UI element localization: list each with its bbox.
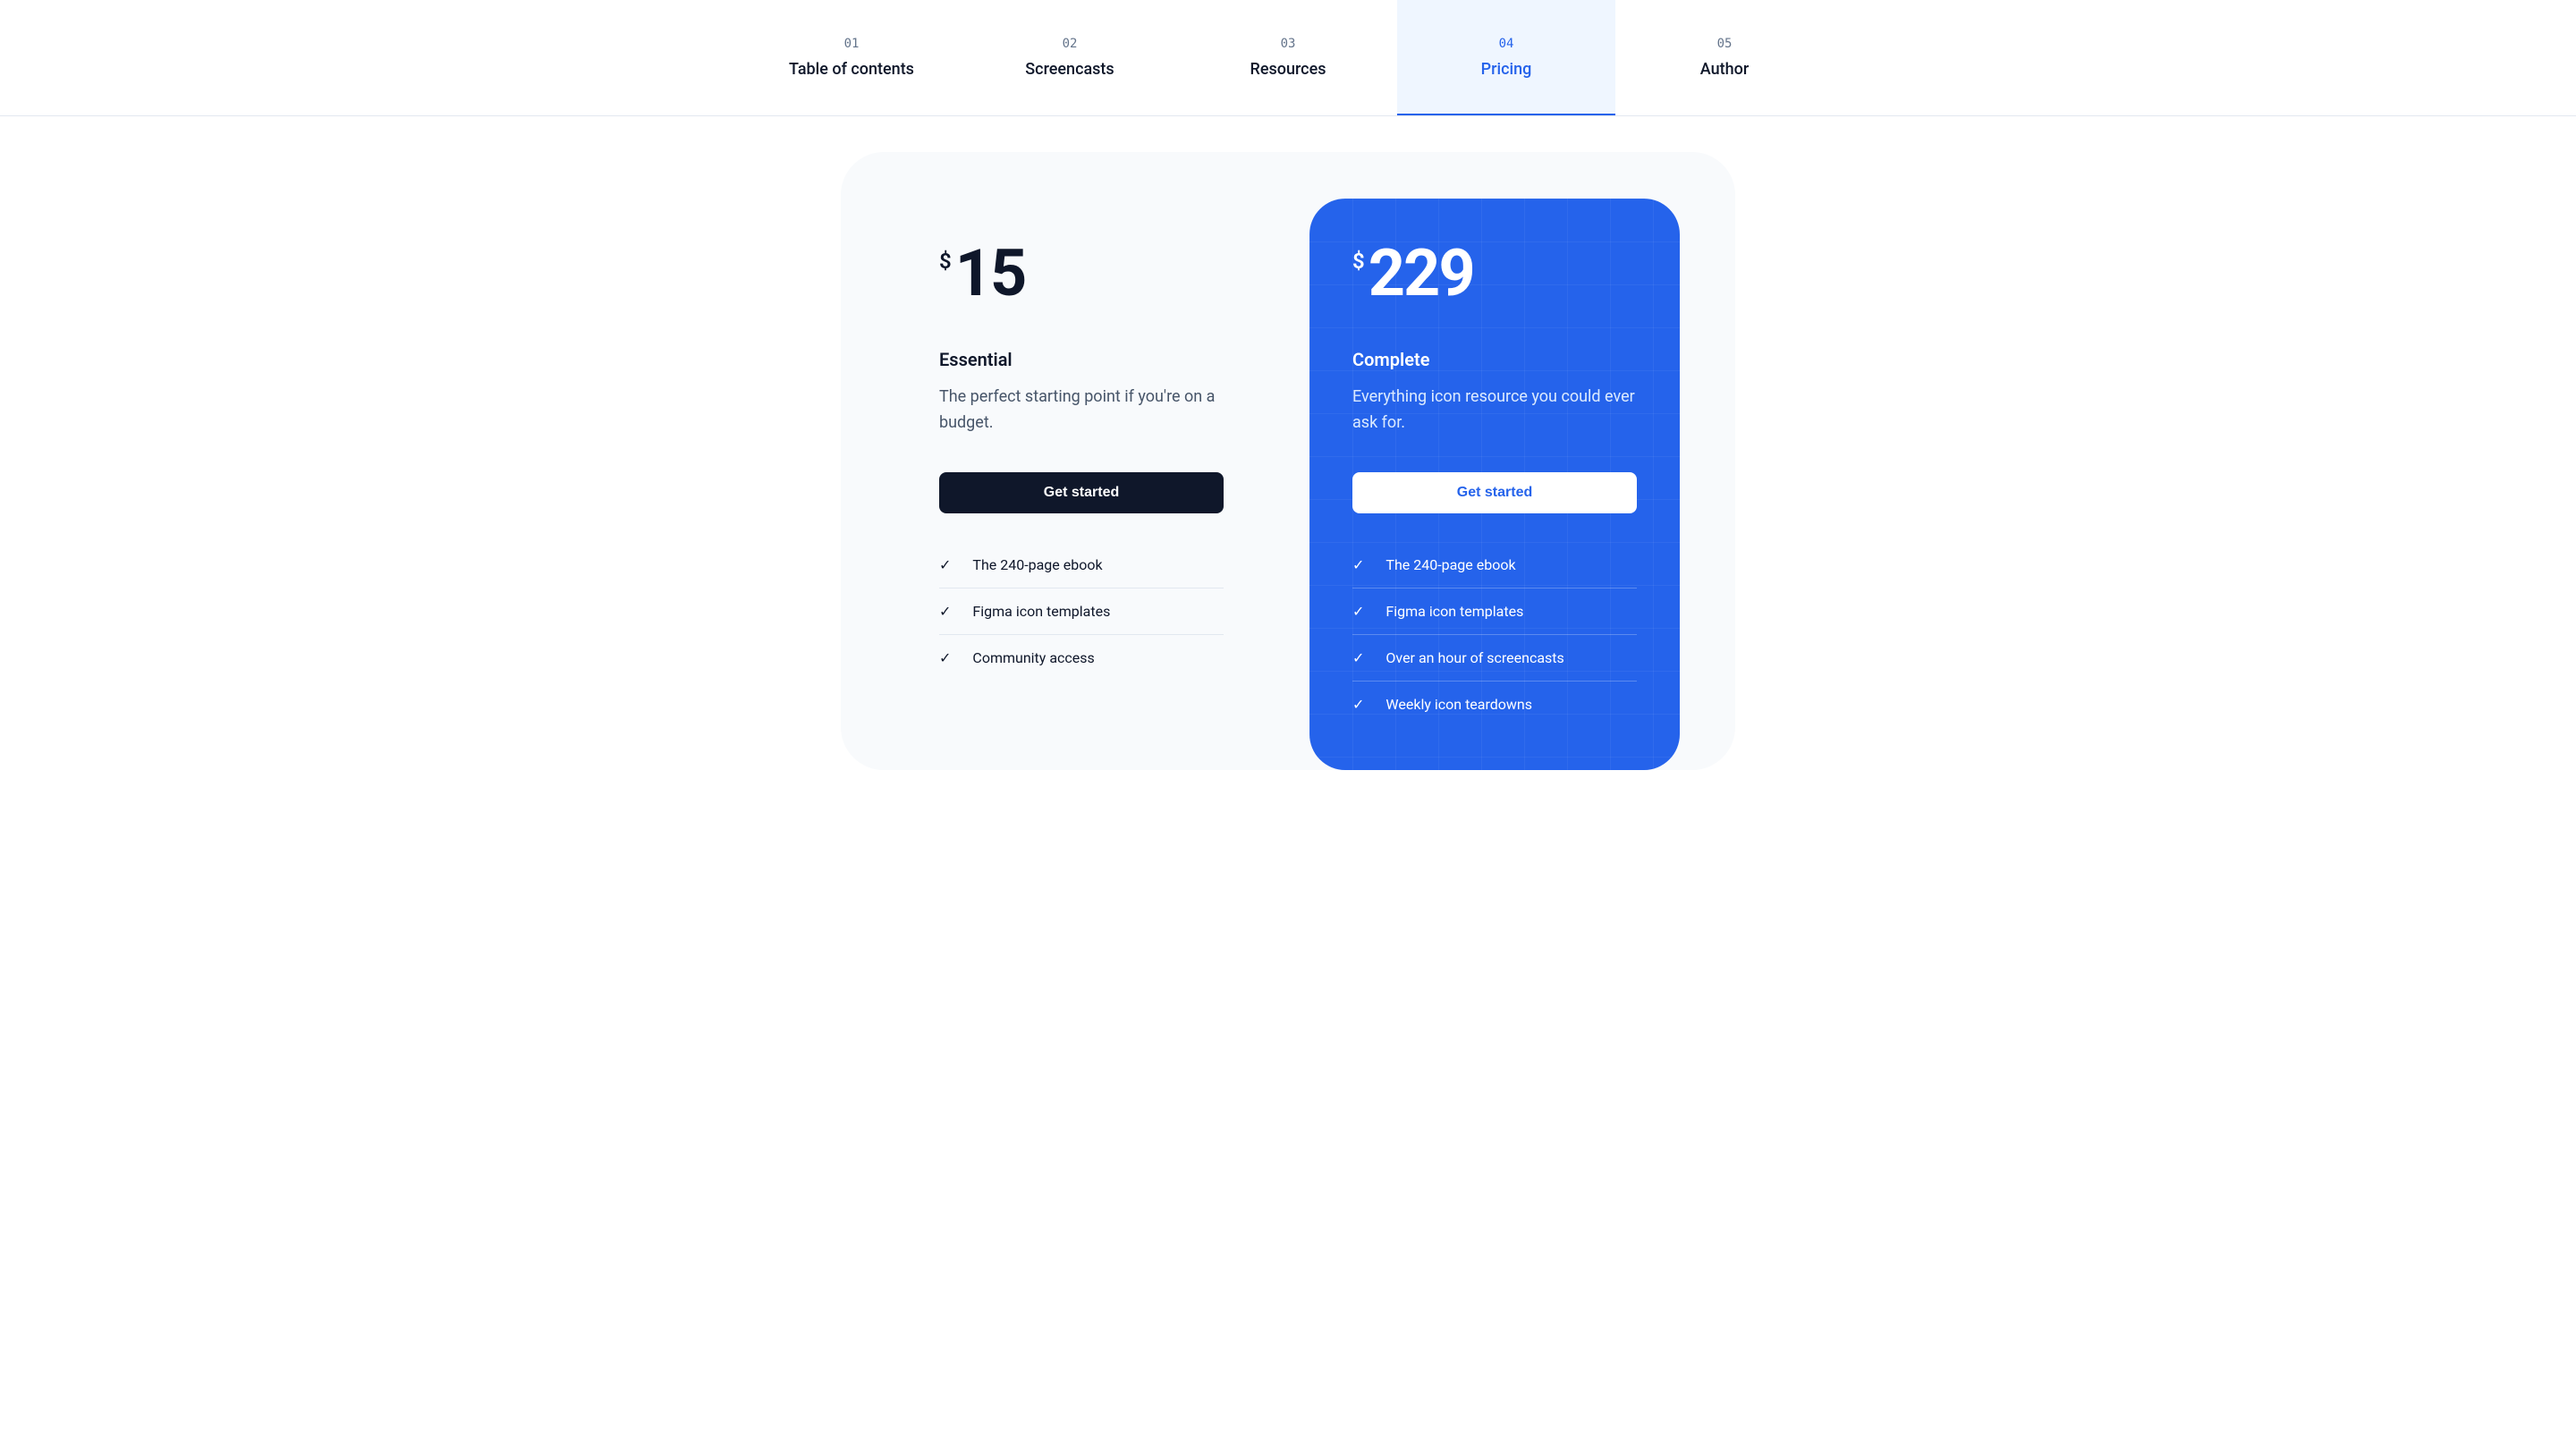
nav-author[interactable]: 05 Author <box>1615 0 1834 115</box>
check-icon: ✓ <box>939 649 951 666</box>
feature-text: Over an hour of screencasts <box>1385 649 1563 666</box>
feature-item: ✓ Figma icon templates <box>939 588 1224 635</box>
feature-text: The 240-page ebook <box>1385 556 1515 573</box>
nav-label: Pricing <box>1481 60 1532 79</box>
currency-symbol: $ <box>939 249 952 274</box>
feature-text: Figma icon templates <box>1385 603 1523 620</box>
price: $ 15 <box>939 241 1224 306</box>
feature-item: ✓ Over an hour of screencasts <box>1352 635 1637 682</box>
feature-list: ✓ The 240-page ebook ✓ Figma icon templa… <box>1352 542 1637 727</box>
plan-complete: $ 229 Complete Everything icon resource … <box>1309 199 1680 770</box>
currency-symbol: $ <box>1352 249 1365 274</box>
nav-resources[interactable]: 03 Resources <box>1179 0 1397 115</box>
plan-description: Everything icon resource you could ever … <box>1352 385 1637 436</box>
nav-screencasts[interactable]: 02 Screencasts <box>961 0 1179 115</box>
feature-text: Community access <box>972 649 1094 666</box>
nav-label: Resources <box>1250 60 1326 79</box>
feature-item: ✓ Weekly icon teardowns <box>1352 682 1637 727</box>
feature-item: ✓ The 240-page ebook <box>1352 542 1637 588</box>
nav-pricing[interactable]: 04 Pricing <box>1397 0 1615 115</box>
nav-number: 03 <box>1281 37 1296 51</box>
check-icon: ✓ <box>1352 603 1364 620</box>
nav-number: 04 <box>1499 37 1514 51</box>
check-icon: ✓ <box>939 556 951 573</box>
plan-name: Essential <box>939 349 1224 370</box>
nav-label: Screencasts <box>1025 60 1114 79</box>
nav-label: Table of contents <box>789 60 914 79</box>
nav-number: 02 <box>1063 37 1078 51</box>
check-icon: ✓ <box>1352 556 1364 573</box>
nav-table-of-contents[interactable]: 01 Table of contents <box>742 0 961 115</box>
get-started-button[interactable]: Get started <box>939 472 1224 513</box>
check-icon: ✓ <box>939 603 951 620</box>
feature-text: The 240-page ebook <box>972 556 1102 573</box>
plan-essential: $ 15 Essential The perfect starting poin… <box>896 241 1267 770</box>
plan-description: The perfect starting point if you're on … <box>939 385 1224 436</box>
pricing-section: $ 15 Essential The perfect starting poin… <box>841 152 1735 770</box>
nav-number: 01 <box>844 37 860 51</box>
nav-number: 05 <box>1717 37 1733 51</box>
feature-list: ✓ The 240-page ebook ✓ Figma icon templa… <box>939 542 1224 681</box>
get-started-button[interactable]: Get started <box>1352 472 1637 513</box>
feature-text: Figma icon templates <box>972 603 1110 620</box>
feature-item: ✓ Figma icon templates <box>1352 588 1637 635</box>
price: $ 229 <box>1352 241 1637 306</box>
section-nav: 01 Table of contents 02 Screencasts 03 R… <box>0 0 2576 116</box>
feature-item: ✓ The 240-page ebook <box>939 542 1224 588</box>
price-amount: 15 <box>955 241 1026 306</box>
feature-text: Weekly icon teardowns <box>1385 696 1532 713</box>
plan-name: Complete <box>1352 349 1637 370</box>
check-icon: ✓ <box>1352 649 1364 666</box>
feature-item: ✓ Community access <box>939 635 1224 681</box>
price-amount: 229 <box>1368 241 1474 306</box>
nav-label: Author <box>1700 60 1749 79</box>
check-icon: ✓ <box>1352 696 1364 713</box>
